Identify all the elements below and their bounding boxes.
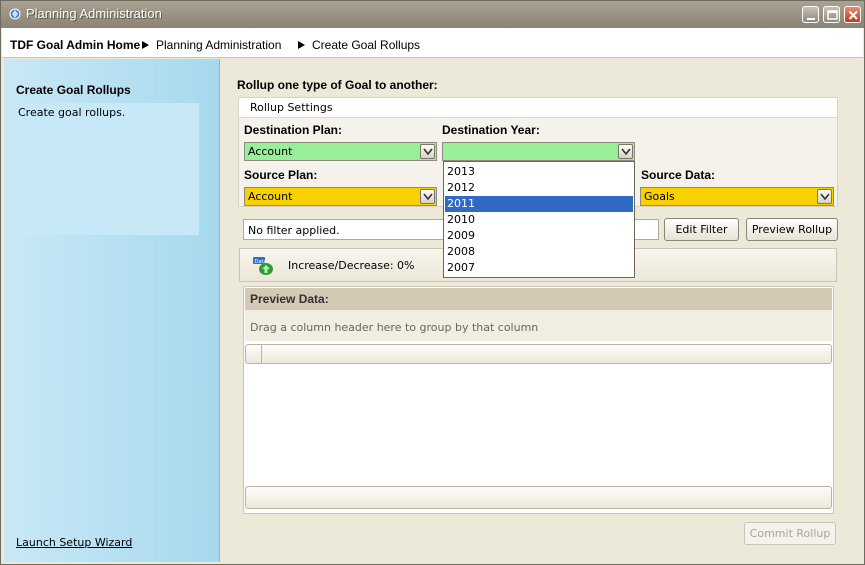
source-plan-select[interactable]: Account — [244, 187, 437, 206]
dropdown-option[interactable]: 2012 — [445, 180, 633, 196]
preview-data-title: Preview Data: — [250, 292, 329, 306]
source-data-label: Source Data: — [641, 168, 716, 182]
chevron-down-icon[interactable] — [420, 189, 435, 204]
breadcrumb: TDF Goal Admin Home Planning Administrat… — [2, 28, 863, 58]
preview-data-header: Preview Data: — [245, 288, 832, 310]
application-window: Planning Administration TDF Goal Admin H… — [0, 0, 865, 565]
sidebar-title: Create Goal Rollups — [16, 83, 131, 97]
dropdown-option[interactable]: 2008 — [445, 244, 633, 260]
chevron-down-icon[interactable] — [420, 144, 435, 159]
increase-decrease-text: Increase/Decrease: 0% — [288, 259, 415, 272]
title-bar[interactable]: Planning Administration — [1, 1, 864, 28]
data-stats-icon: Data — [252, 256, 274, 276]
destination-year-label: Destination Year: — [442, 123, 540, 137]
dropdown-option[interactable]: 2007 — [445, 260, 633, 276]
sidebar-panel — [16, 103, 199, 235]
chevron-down-icon[interactable] — [817, 189, 832, 204]
source-plan-value: Account — [248, 190, 293, 203]
chevron-right-icon — [298, 41, 305, 49]
destination-plan-select[interactable]: Account — [244, 142, 437, 161]
preview-rollup-button[interactable]: Preview Rollup — [746, 218, 838, 241]
chevron-down-icon[interactable] — [618, 144, 633, 159]
dropdown-option[interactable]: 2009 — [445, 228, 633, 244]
grid-footer — [245, 486, 832, 509]
destination-plan-label: Destination Plan: — [244, 123, 343, 137]
destination-year-select[interactable] — [442, 142, 635, 161]
preview-data-grid: Preview Data: Drag a column header here … — [243, 286, 834, 514]
source-data-value: Goals — [644, 190, 675, 203]
breadcrumb-current: Create Goal Rollups — [312, 38, 421, 52]
minimize-button[interactable] — [802, 6, 819, 23]
group-by-area[interactable]: Drag a column header here to group by th… — [245, 310, 832, 341]
source-data-select[interactable]: Goals — [640, 187, 834, 206]
edit-filter-button[interactable]: Edit Filter — [664, 218, 739, 241]
column-header-row[interactable] — [245, 344, 832, 364]
filter-text: No filter applied. — [248, 224, 340, 237]
main-panel: Rollup one type of Goal to another: Roll… — [221, 59, 863, 562]
maximize-button[interactable] — [823, 6, 840, 23]
window-title: Planning Administration — [26, 6, 162, 21]
chevron-right-icon — [142, 41, 149, 49]
commit-rollup-button[interactable]: Commit Rollup — [744, 522, 836, 545]
sidebar: Create Goal Rollups Create goal rollups.… — [4, 59, 220, 562]
source-plan-label: Source Plan: — [244, 168, 318, 182]
tab-rollup-settings-label: Rollup Settings — [250, 101, 333, 114]
breadcrumb-home-link[interactable]: TDF Goal Admin Home — [10, 38, 140, 52]
destination-plan-value: Account — [248, 145, 293, 158]
breadcrumb-planning-link[interactable]: Planning Administration — [156, 38, 281, 52]
destination-year-dropdown-list[interactable]: 2013 2012 2011 2010 2009 2008 2007 — [443, 161, 635, 278]
dropdown-option[interactable]: 2013 — [445, 164, 633, 180]
dropdown-option[interactable]: 2010 — [445, 212, 633, 228]
tab-rollup-settings[interactable]: Rollup Settings — [239, 98, 837, 118]
app-icon — [8, 7, 22, 21]
sidebar-description: Create goal rollups. — [18, 106, 126, 119]
dropdown-option-selected[interactable]: 2011 — [445, 196, 633, 212]
launch-setup-wizard-link[interactable]: Launch Setup Wizard — [16, 536, 132, 549]
row-indicator-column — [261, 345, 262, 363]
group-by-hint: Drag a column header here to group by th… — [250, 321, 539, 334]
close-button[interactable] — [844, 6, 861, 23]
rollup-heading: Rollup one type of Goal to another: — [237, 78, 438, 92]
